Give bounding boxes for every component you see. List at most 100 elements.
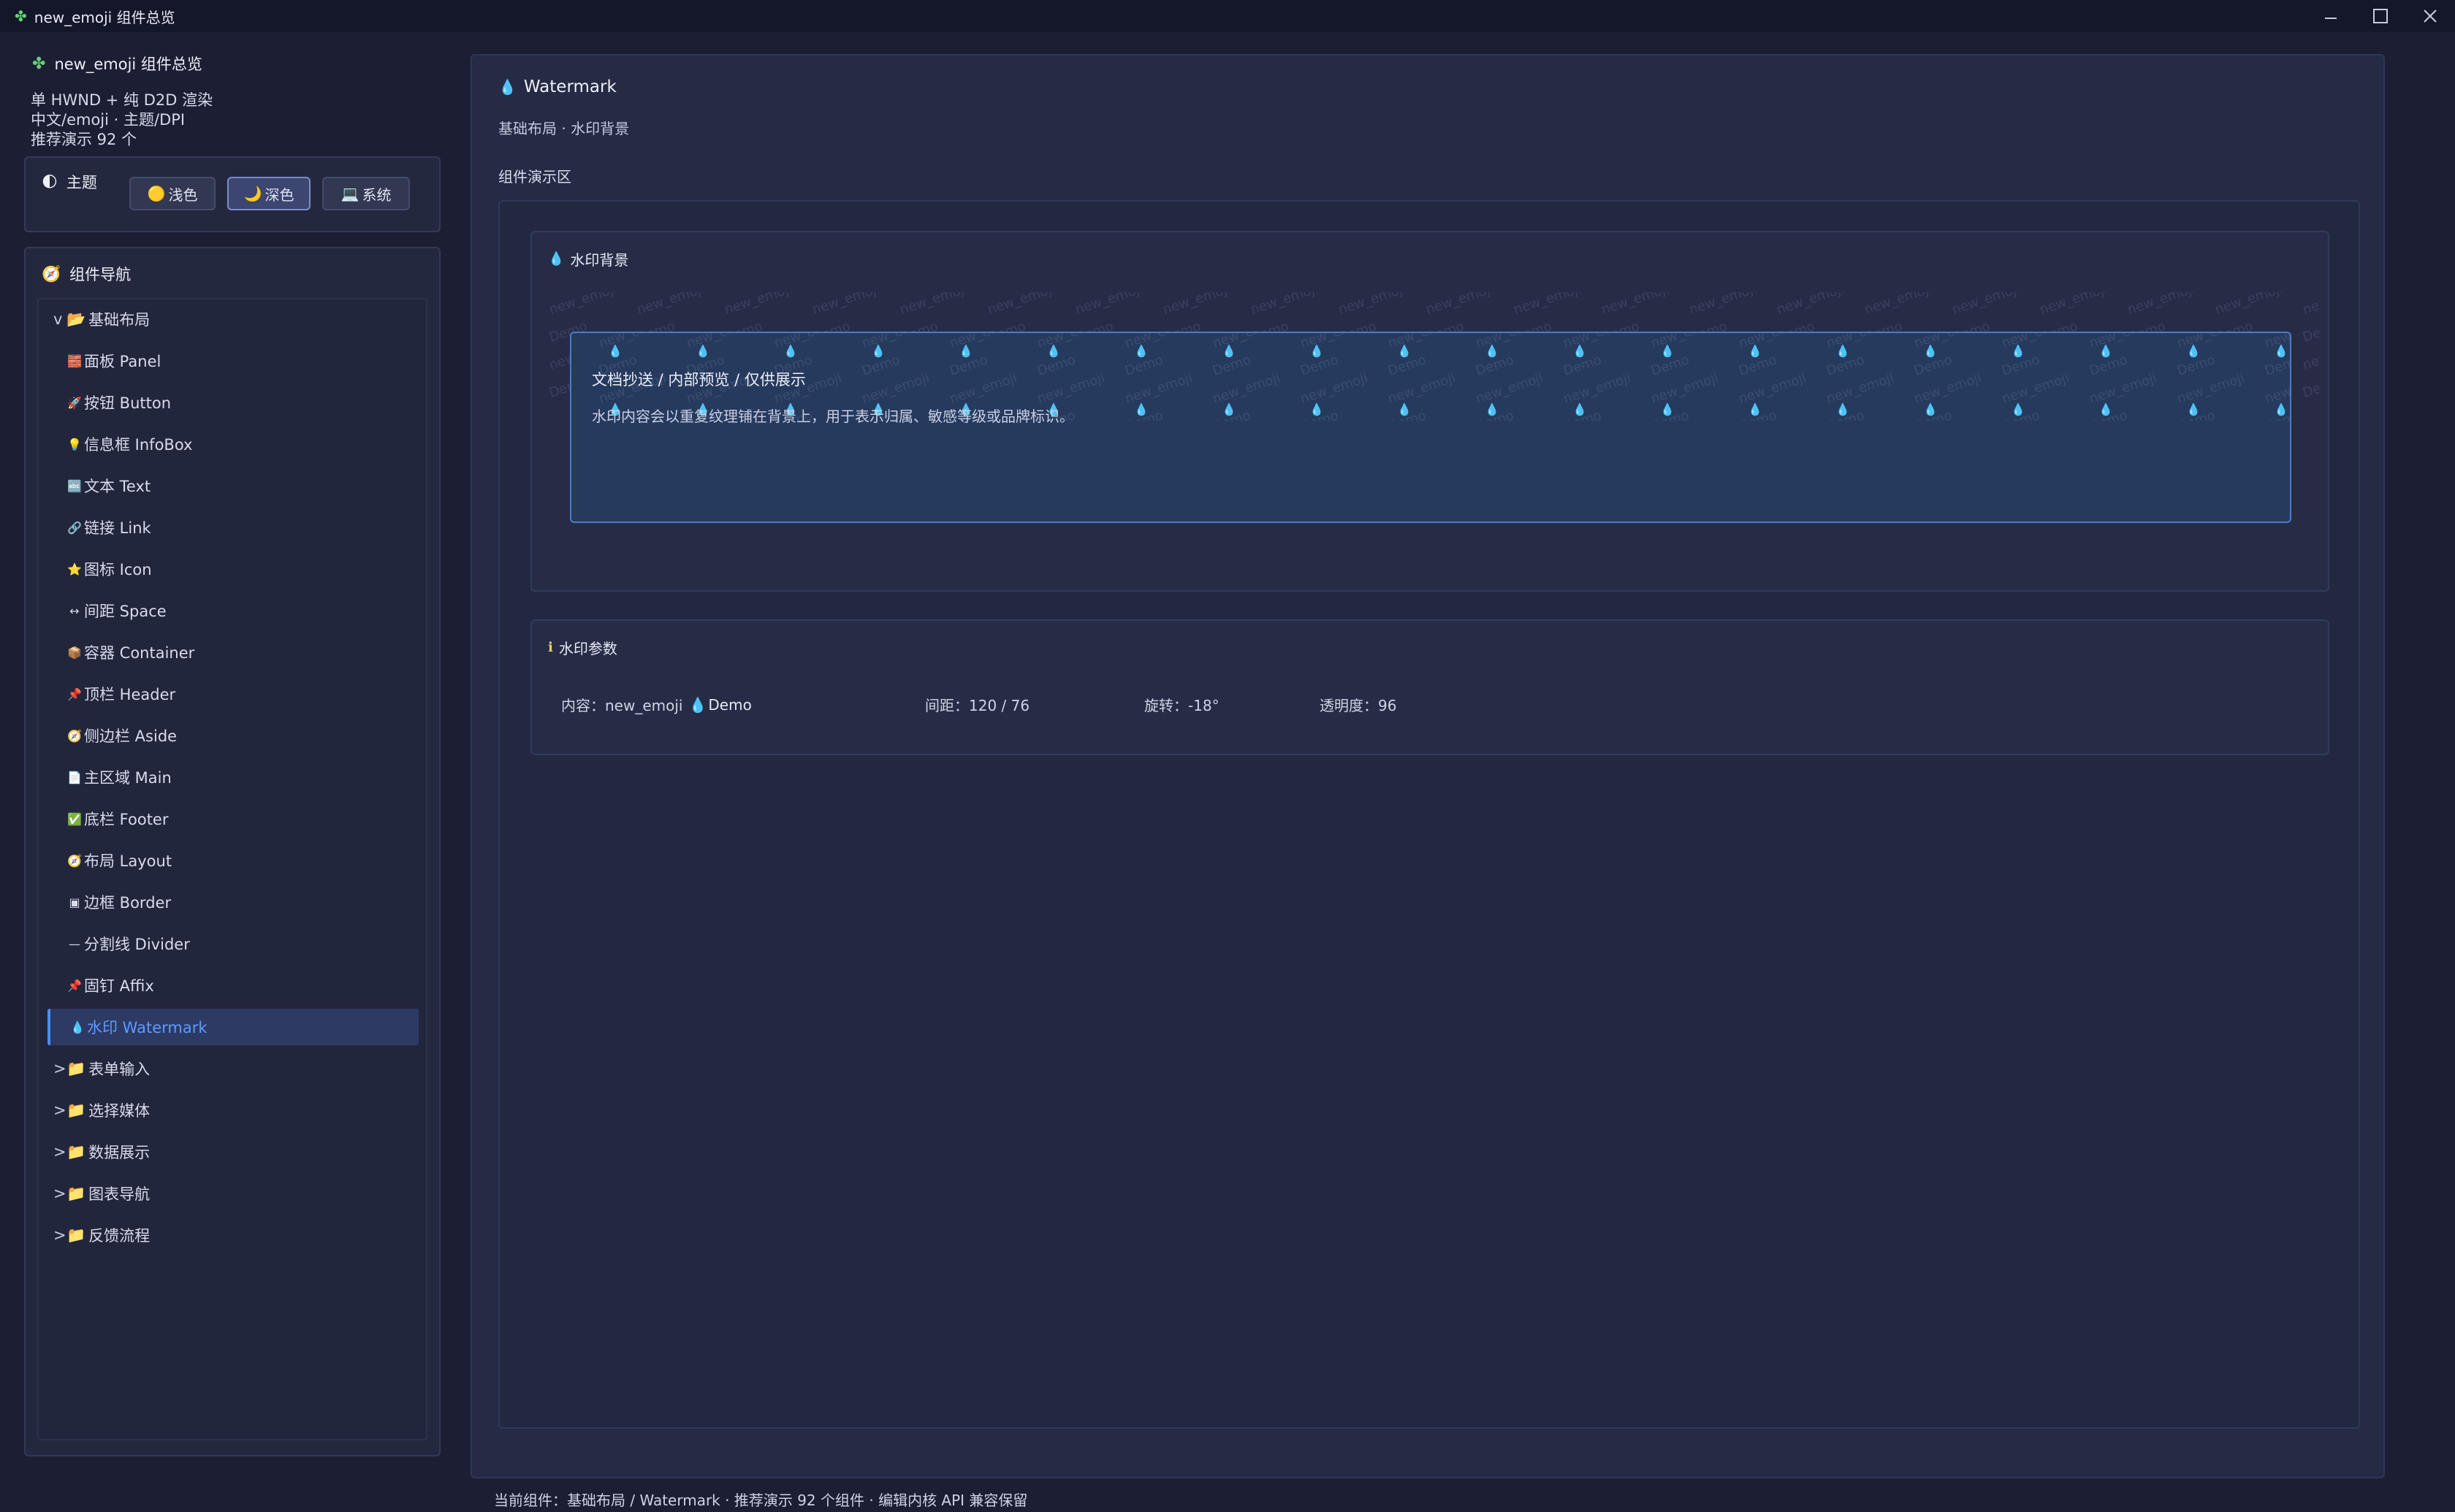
nav-group-form-input[interactable]: > 📁 表单输入: [47, 1050, 419, 1087]
watermark-tile-text: new_emoji: [810, 292, 882, 318]
watermark-tile-text: new_emoji: [547, 292, 619, 318]
nav-item-layout[interactable]: 🧭 布局 Layout: [47, 842, 419, 879]
nav-item-footer[interactable]: ✅ 底栏 Footer: [47, 801, 419, 837]
theme-light-button[interactable]: 🟡 浅色: [129, 177, 216, 210]
watermark-tile-text: new_emoji: [2038, 292, 2109, 318]
param-opacity: 透明度：96: [1320, 697, 1397, 714]
droplet-icon: 💧: [1660, 344, 1675, 358]
droplet-icon: 💧: [1222, 344, 1236, 358]
param-gap: 间距：120 / 76: [925, 697, 1030, 714]
watermark-tile: new_emoji: [2038, 292, 2109, 318]
nav-item-label: 固钉 Affix: [84, 977, 154, 995]
params-card-title-text: 水印参数: [558, 640, 617, 657]
nav-item-aside[interactable]: 🧭 侧边栏 Aside: [47, 717, 419, 754]
watermark-tile: new_emoji: [1073, 292, 1145, 318]
nav-panel: 🧭 组件导航 v 📂 基础布局 🧱 面板 Panel 🚀 按钮 Button 💡…: [24, 247, 441, 1456]
watermark-tile: new_emoji: [1599, 292, 1671, 318]
sun-icon: 🟡: [147, 185, 166, 202]
watermark-box-body: 水印内容会以重复纹理铺在背景上，用于表示归属、敏感等级或品牌标识。: [592, 408, 1074, 425]
nav-group-data-display[interactable]: > 📁 数据展示: [47, 1134, 419, 1170]
folder-icon: 📁: [66, 1142, 86, 1161]
nav-group-chart-nav[interactable]: > 📁 图表导航: [47, 1175, 419, 1212]
rocket-icon: 🚀: [67, 395, 82, 410]
watermark-tile: new_emoji: [723, 292, 794, 318]
nav-item-label: 水印 Watermark: [87, 1019, 208, 1036]
page-title-text: Watermark: [523, 77, 617, 96]
meta-count: 推荐演示 92 个: [31, 131, 137, 148]
droplet-icon: 💧: [70, 1020, 85, 1034]
nav-item-button[interactable]: 🚀 按钮 Button: [47, 384, 419, 421]
droplet-icon: 💧: [1923, 402, 1938, 416]
meta-render: 单 HWND + 纯 D2D 渲染: [31, 91, 213, 109]
watermark-tile-text: new_emoji: [723, 292, 794, 318]
nav-item-infobox[interactable]: 💡 信息框 InfoBox: [47, 426, 419, 462]
dash-icon: —: [69, 936, 80, 951]
puzzle-icon: ✤: [32, 54, 46, 73]
watermark-tile-text: Demo: [2301, 374, 2319, 400]
droplet-icon: 💧: [1748, 402, 1762, 416]
folder-open-icon: 📂: [66, 310, 86, 328]
droplet-icon: 💧: [2274, 402, 2288, 416]
nav-item-border[interactable]: ▣ 边框 Border: [47, 884, 419, 920]
window-controls: [2306, 0, 2455, 32]
droplet-icon: 💧: [2011, 402, 2025, 416]
nav-item-label: 容器 Container: [84, 644, 195, 662]
check-icon: ✅: [67, 812, 82, 826]
theme-system-button[interactable]: 💻 系统: [322, 177, 410, 210]
nav-item-label: 链接 Link: [84, 519, 151, 537]
nav-item-icon[interactable]: ⭐ 图标 Icon: [47, 551, 419, 587]
nav-item-divider[interactable]: — 分割线 Divider: [47, 925, 419, 962]
watermark-tile: new_emoji: [2213, 292, 2285, 318]
theme-title-label: 主题: [66, 174, 97, 191]
pin-icon: 📌: [67, 978, 82, 993]
watermark-tile-text: Demo: [2301, 318, 2319, 345]
droplet-icon: 💧: [696, 344, 710, 358]
nav-group-select-media[interactable]: > 📁 选择媒体: [47, 1092, 419, 1129]
nav-item-link[interactable]: 🔗 链接 Link: [47, 509, 419, 546]
nav-item-space[interactable]: ↔ 间距 Space: [47, 592, 419, 629]
status-bar: 当前组件：基础布局 / Watermark · 推荐演示 92 个组件 · 编辑…: [494, 1492, 1028, 1509]
nav-group-basic-layout[interactable]: v 📂 基础布局: [47, 301, 419, 337]
compass-icon: 🧭: [42, 264, 61, 283]
droplet-icon: 💧: [548, 251, 565, 267]
nav-item-affix[interactable]: 📌 固钉 Affix: [47, 967, 419, 1004]
watermark-tile-text: new_emoji: [635, 292, 707, 318]
params-card: ℹ 水印参数 内容：new_emoji 💧 Demo 间距：120 / 76 旋…: [530, 619, 2329, 755]
maximize-button[interactable]: [2356, 0, 2405, 32]
close-button[interactable]: [2405, 0, 2455, 32]
nav-item-main[interactable]: 📄 主区域 Main: [47, 759, 419, 795]
theme-dark-button[interactable]: 🌙 深色: [227, 177, 311, 210]
watermark-tile: new_emoji: [1161, 292, 1233, 318]
square-icon: ▣: [69, 895, 80, 909]
title-bar: ✤ new_emoji 组件总览: [0, 0, 2455, 32]
chevron-right-icon: >: [53, 1060, 66, 1077]
minimize-button[interactable]: [2306, 0, 2356, 32]
watermark-card-title: 💧 水印背景: [548, 248, 628, 270]
watermark-tile-text: new_emoji: [1424, 292, 1496, 318]
watermark-tile-text: new_emoji: [1073, 292, 1145, 318]
nav-item-panel[interactable]: 🧱 面板 Panel: [47, 343, 419, 379]
droplet-icon: 💧: [1835, 344, 1850, 358]
droplet-icon: 💧: [2098, 402, 2113, 416]
theme-light-label: 浅色: [168, 186, 198, 204]
nav-title: 🧭 组件导航: [42, 263, 131, 285]
window-title: new_emoji 组件总览: [34, 8, 175, 26]
param-content: 内容：new_emoji 💧 Demo: [561, 694, 752, 715]
nav-item-label: 图标 Icon: [84, 561, 152, 579]
theme-title: 🌓 主题: [42, 171, 97, 193]
folder-icon: 📁: [66, 1226, 86, 1244]
nav-item-container[interactable]: 📦 容器 Container: [47, 634, 419, 671]
theme-dark-label: 深色: [264, 186, 294, 204]
nav-item-text[interactable]: 🔤 文本 Text: [47, 467, 419, 504]
watermark-tile-text: new_emoji: [986, 292, 1057, 318]
watermark-tile-text: new_emoji: [898, 292, 970, 318]
star-icon: ⭐: [67, 562, 82, 576]
nav-item-header[interactable]: 📌 顶栏 Header: [47, 676, 419, 712]
nav-group-label: 选择媒体: [88, 1102, 151, 1120]
arrows-horizontal-icon: ↔: [69, 603, 80, 618]
nav-group-feedback-flow[interactable]: > 📁 反馈流程: [47, 1217, 419, 1253]
folder-icon: 📁: [66, 1184, 86, 1202]
demo-area: 💧 水印背景 new_emoji new_emoji new_emoji new_em…: [498, 200, 2360, 1429]
nav-item-watermark[interactable]: 💧 水印 Watermark: [47, 1009, 419, 1045]
nav-item-label: 底栏 Footer: [84, 811, 169, 828]
